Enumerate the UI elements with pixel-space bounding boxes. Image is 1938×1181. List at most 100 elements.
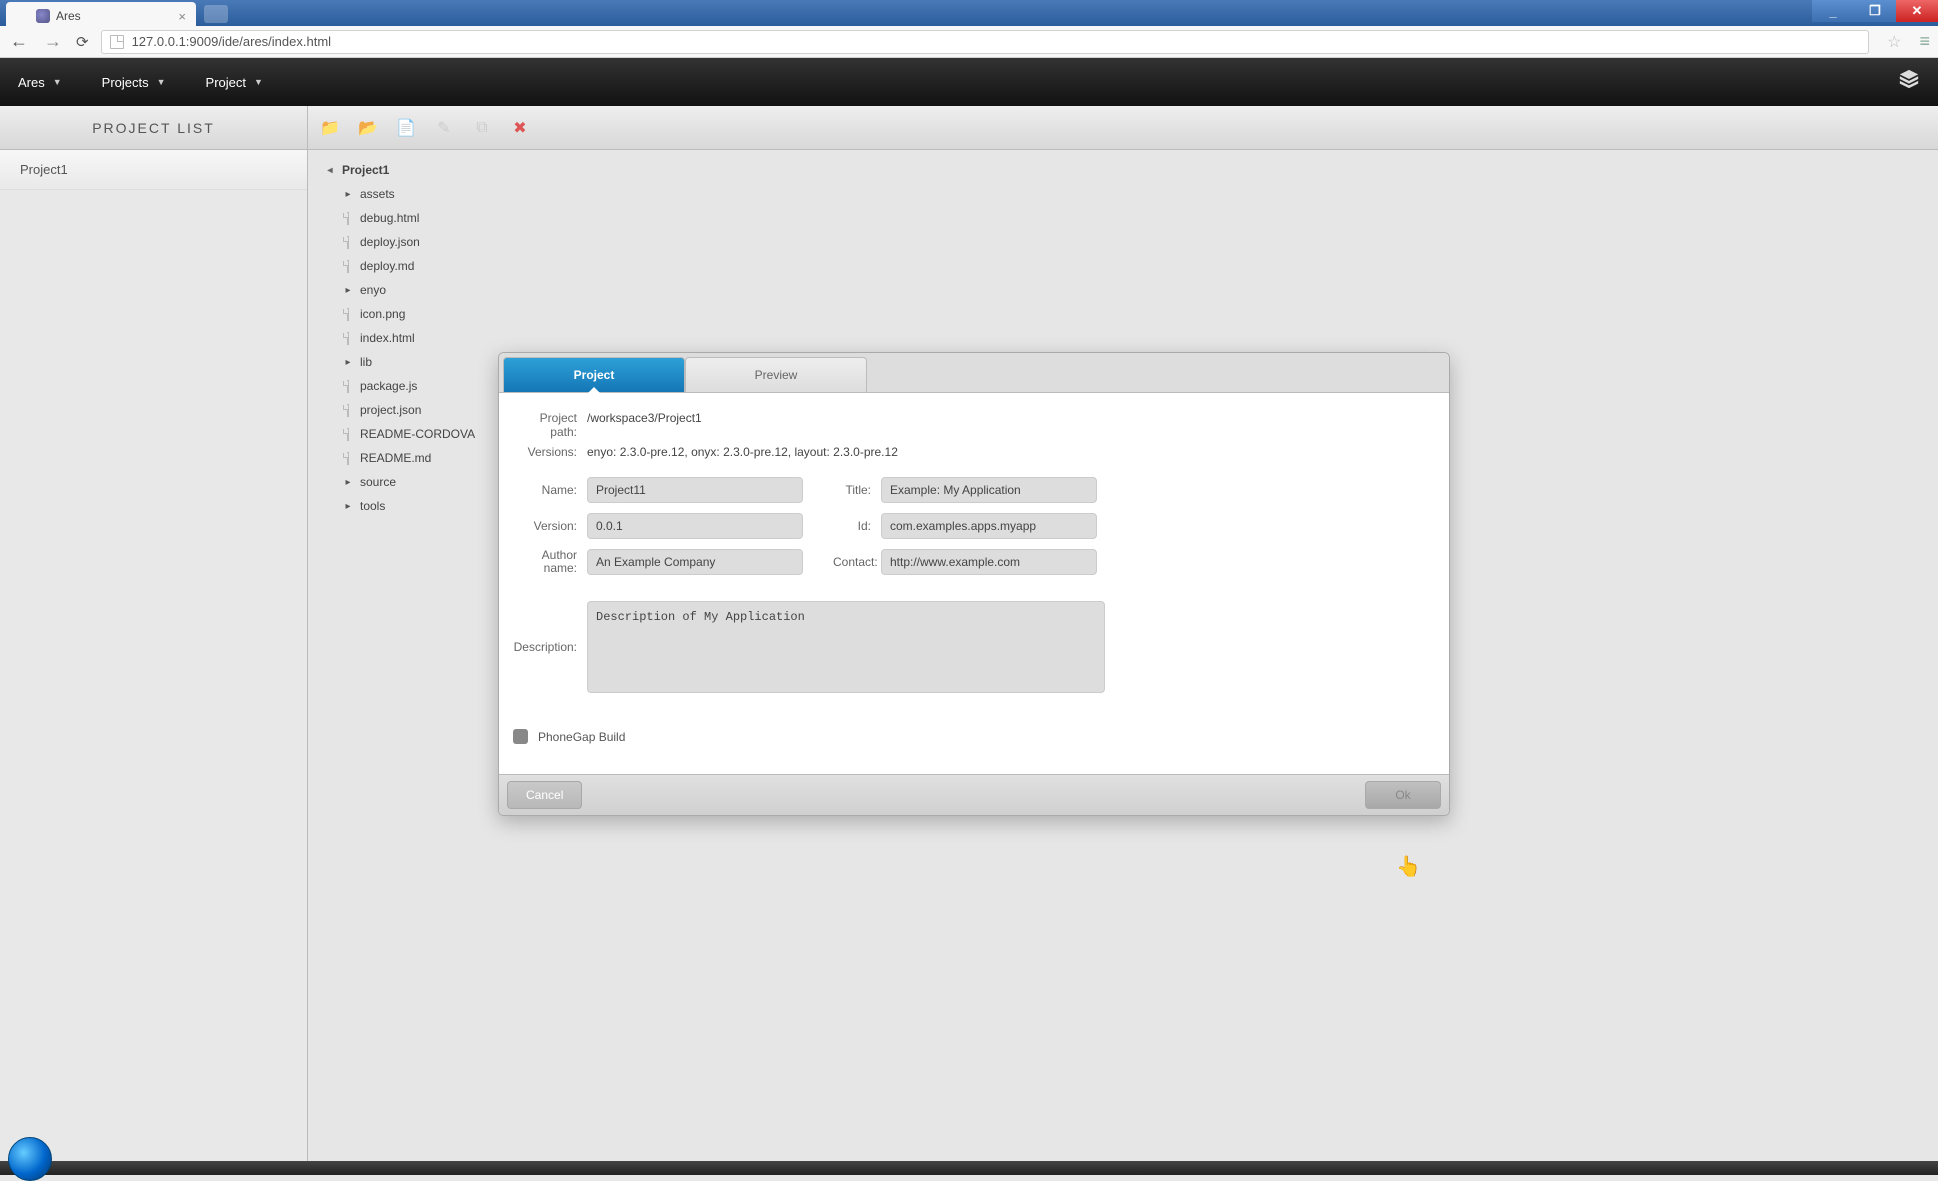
window-minimize-button[interactable]: _: [1812, 0, 1854, 22]
tree-item[interactable]: ▸ assets: [320, 182, 475, 206]
title-label: Title:: [833, 483, 881, 497]
version-label: Version:: [513, 519, 587, 533]
tree-item[interactable]: index.html: [320, 326, 475, 350]
expand-icon[interactable]: ▸: [342, 477, 354, 488]
tree-item[interactable]: ▸ lib: [320, 350, 475, 374]
file-icon: [342, 213, 354, 224]
id-input[interactable]: [881, 513, 1097, 539]
sidebar-item-project1[interactable]: Project1: [0, 150, 307, 190]
chrome-menu-icon[interactable]: ≡: [1919, 31, 1930, 52]
file-icon: [342, 381, 354, 392]
tree-root[interactable]: ◂ Project1: [320, 158, 475, 182]
author-label: Author name:: [513, 549, 587, 575]
sidebar-header: PROJECT LIST: [0, 106, 307, 150]
tree-item[interactable]: ▸tools: [320, 494, 475, 518]
menu-project-label: Project: [206, 75, 246, 90]
author-input[interactable]: [587, 549, 803, 575]
file-icon: [342, 237, 354, 248]
file-tree: ◂ Project1 ▸ assets debug.html deploy.json d…: [320, 158, 475, 518]
tab-preview-label: Preview: [755, 368, 798, 382]
forward-button[interactable]: →: [42, 31, 64, 52]
tab-project-label: Project: [574, 368, 615, 382]
file-copy-icon[interactable]: ⧉: [472, 118, 492, 138]
browser-tab[interactable]: Ares ×: [6, 2, 196, 26]
folder-icon[interactable]: 📁: [320, 118, 340, 138]
start-button[interactable]: [8, 1137, 52, 1181]
tree-item-label: lib: [360, 355, 372, 369]
new-tab-button[interactable]: [204, 5, 228, 23]
reload-button[interactable]: ⟳: [76, 33, 89, 51]
file-icon: [342, 309, 354, 320]
browser-tab-strip: Ares × _ ❐ ✕: [0, 0, 1938, 26]
collapse-icon[interactable]: ◂: [324, 165, 336, 176]
tree-item[interactable]: ▸ enyo: [320, 278, 475, 302]
description-textarea[interactable]: [587, 601, 1105, 693]
window-maximize-button[interactable]: ❐: [1854, 0, 1896, 22]
tree-item-label: README.md: [360, 451, 431, 465]
tree-item-label: deploy.md: [360, 259, 414, 273]
tree-item[interactable]: package.js: [320, 374, 475, 398]
close-tab-icon[interactable]: ×: [178, 9, 186, 24]
expand-icon[interactable]: ▸: [342, 357, 354, 368]
file-icon: [342, 453, 354, 464]
tab-project[interactable]: Project: [503, 357, 685, 392]
browser-toolbar: ← → ⟳ 127.0.0.1:9009/ide/ares/index.html…: [0, 26, 1938, 58]
expand-icon[interactable]: ▸: [342, 285, 354, 296]
tree-item[interactable]: ▸source: [320, 470, 475, 494]
tree-item-label: index.html: [360, 331, 415, 345]
tree-item[interactable]: project.json: [320, 398, 475, 422]
tree-item[interactable]: icon.png: [320, 302, 475, 326]
expand-icon[interactable]: ▸: [342, 189, 354, 200]
menu-projects-label: Projects: [102, 75, 149, 90]
project-path-label: Project path:: [513, 411, 587, 439]
tree-item-label: deploy.json: [360, 235, 420, 249]
tree-item-label: icon.png: [360, 307, 405, 321]
tree-root-label: Project1: [342, 163, 389, 177]
tab-preview[interactable]: Preview: [685, 357, 867, 392]
title-input[interactable]: [881, 477, 1097, 503]
page-icon: [110, 35, 124, 49]
address-bar[interactable]: 127.0.0.1:9009/ide/ares/index.html: [101, 30, 1870, 54]
menu-ares[interactable]: Ares ▼: [18, 75, 62, 90]
tree-item-label: README-CORDOVA: [360, 427, 475, 441]
project-path-value: /workspace3/Project1: [587, 411, 702, 439]
caret-down-icon: ▼: [157, 77, 166, 87]
back-button[interactable]: ←: [8, 31, 30, 52]
file-icon: [342, 405, 354, 416]
name-label: Name:: [513, 483, 587, 497]
tree-item[interactable]: README.md: [320, 446, 475, 470]
tree-item[interactable]: deploy.json: [320, 230, 475, 254]
bookmark-icon[interactable]: ☆: [1887, 32, 1901, 52]
tree-item-label: enyo: [360, 283, 386, 297]
tree-item-label: package.js: [360, 379, 417, 393]
expand-icon[interactable]: ▸: [342, 501, 354, 512]
contact-input[interactable]: [881, 549, 1097, 575]
window-close-button[interactable]: ✕: [1896, 0, 1938, 22]
project-properties-dialog: Project Preview Project path: /workspace…: [498, 352, 1450, 816]
file-delete-icon[interactable]: ✖: [510, 118, 530, 138]
file-toolbar: 📁 📂 📄 ✎ ⧉ ✖: [308, 106, 1938, 150]
phonegap-checkbox[interactable]: [513, 729, 528, 744]
tree-item-label: project.json: [360, 403, 421, 417]
tree-item[interactable]: debug.html: [320, 206, 475, 230]
ok-button[interactable]: Ok: [1365, 781, 1441, 809]
menu-projects[interactable]: Projects ▼: [102, 75, 166, 90]
tree-item[interactable]: deploy.md: [320, 254, 475, 278]
file-new-icon[interactable]: 📄: [396, 118, 416, 138]
layers-icon[interactable]: [1898, 68, 1920, 96]
app-menu-bar: Ares ▼ Projects ▼ Project ▼: [0, 58, 1938, 106]
version-input[interactable]: [587, 513, 803, 539]
file-edit-icon[interactable]: ✎: [434, 118, 454, 138]
folder-new-icon[interactable]: 📂: [358, 118, 378, 138]
description-label: Description:: [513, 640, 587, 654]
id-label: Id:: [833, 519, 881, 533]
versions-label: Versions:: [513, 445, 587, 459]
name-input[interactable]: [587, 477, 803, 503]
url-text: 127.0.0.1:9009/ide/ares/index.html: [132, 34, 331, 49]
tree-item[interactable]: README-CORDOVA: [320, 422, 475, 446]
menu-project[interactable]: Project ▼: [206, 75, 263, 90]
versions-value: enyo: 2.3.0-pre.12, onyx: 2.3.0-pre.12, …: [587, 445, 898, 459]
cancel-button[interactable]: Cancel: [507, 781, 582, 809]
tree-item-label: assets: [360, 187, 395, 201]
taskbar[interactable]: [0, 1161, 1938, 1175]
